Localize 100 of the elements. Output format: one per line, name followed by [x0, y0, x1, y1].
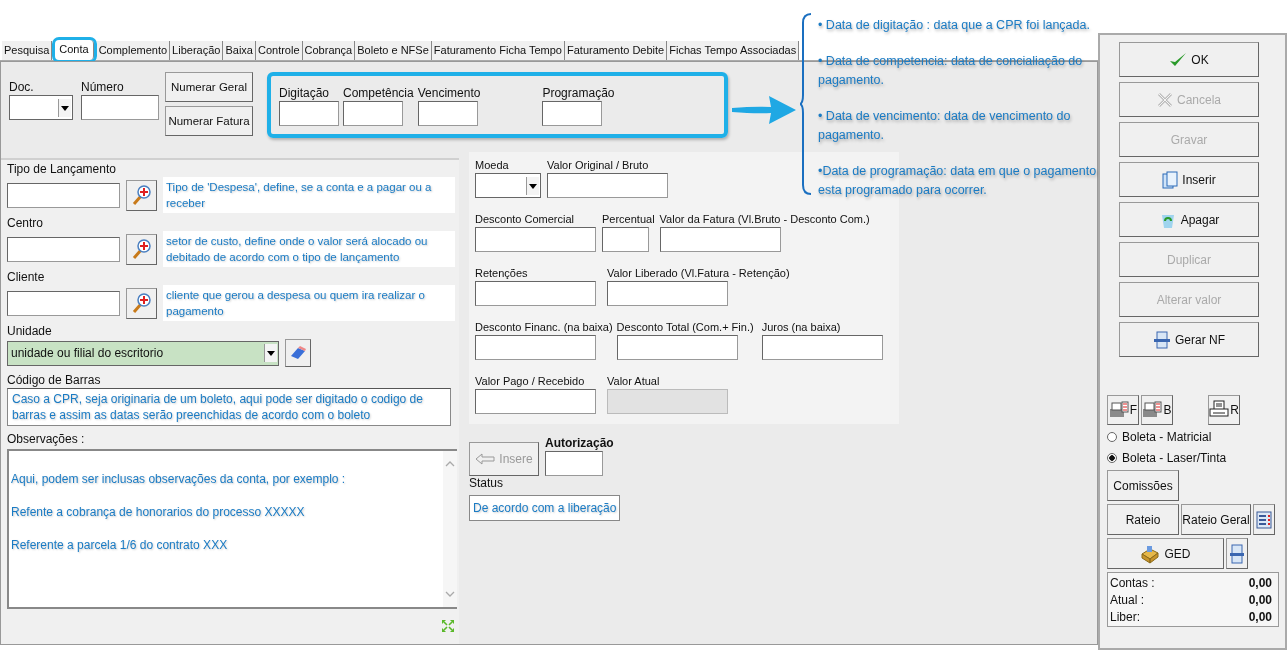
lookup-button[interactable] [126, 233, 157, 265]
doc-select[interactable] [9, 95, 73, 120]
action-button[interactable]: Gerar NF [1119, 322, 1259, 357]
tab[interactable]: Boleto e NFSe [355, 41, 432, 60]
hint-text: Tipo de 'Despesa', define, se a conta e a pagar ou a receber [163, 177, 455, 213]
print-button[interactable]: R [1208, 395, 1240, 425]
lookup-button[interactable] [126, 179, 157, 211]
radio-option[interactable]: Boleta - Matricial [1107, 427, 1212, 446]
field-label: Desconto Financ. (na baixa) [475, 320, 613, 335]
field-label: Valor da Fatura (Vl.Bruto - Desconto Com.) [659, 212, 870, 227]
note-line: Referente a parcela 1/6 do contrato XXX [11, 538, 229, 552]
tab[interactable]: Controle [255, 41, 303, 60]
unit-select[interactable]: unidade ou filial do escritorio [7, 340, 279, 366]
field-label: Desconto Total (Com.+ Fin.) [616, 320, 754, 335]
field-label: Retenções [475, 266, 529, 281]
list-button[interactable] [1253, 504, 1275, 535]
value-field[interactable] [475, 281, 596, 306]
date-field[interactable] [279, 101, 339, 126]
list-icon [1256, 510, 1272, 529]
lookup-field[interactable] [7, 290, 120, 316]
document-button[interactable] [1226, 538, 1248, 569]
tab[interactable]: Liberação [170, 41, 224, 60]
magnifier-icon [130, 237, 153, 261]
tab[interactable]: Fichas Tempo Associadas [667, 41, 800, 60]
commissions-button[interactable]: Comissões [1107, 470, 1179, 501]
value-field[interactable] [547, 173, 668, 198]
status-field: De acordo com a liberação [469, 495, 621, 521]
value-field[interactable] [607, 389, 728, 414]
authorization-field[interactable] [545, 451, 603, 476]
lookup-field[interactable] [7, 236, 120, 262]
field-label: Programação [542, 86, 615, 101]
document-icon [1153, 330, 1171, 349]
field-label: Status [469, 476, 504, 491]
value-field[interactable] [761, 335, 883, 360]
magnifier-icon [130, 291, 153, 315]
lookup-field[interactable] [7, 182, 120, 208]
magnifier-icon [130, 183, 153, 207]
tab[interactable]: Cobrança [302, 41, 356, 60]
barcode-field[interactable]: Caso a CPR, seja originaria de um boleto, aqui pode ser digitado o codigo de barras e assim as datas serão preenchidas de acordo com o boleto [7, 388, 451, 426]
radio-option[interactable]: Boleta - Laser/Tinta [1107, 448, 1227, 467]
number-button[interactable]: Numerar Fatura [165, 106, 253, 136]
date-field[interactable] [417, 101, 478, 126]
field-label: Valor Original / Bruto [547, 158, 650, 173]
field-label: Valor Liberado (Vl.Fatura - Retenção) [607, 266, 790, 281]
tab[interactable]: Faturamento Debite [565, 41, 668, 60]
value-field[interactable] [475, 335, 596, 360]
caret-icon [58, 98, 71, 117]
value-field[interactable] [602, 227, 649, 252]
field-label: Valor Pago / Recebido [475, 374, 586, 389]
field-label: Autorização [545, 436, 614, 451]
print-button[interactable]: F [1107, 395, 1139, 425]
value-field[interactable] [659, 227, 781, 252]
total-value: 0,00 [1248, 609, 1272, 626]
document-icon [1230, 543, 1244, 564]
print-button[interactable]: B [1141, 395, 1173, 425]
value-field[interactable] [475, 227, 596, 252]
number-button[interactable]: Numerar Geral [165, 72, 253, 102]
apportion-button[interactable]: Rateio [1107, 504, 1179, 535]
currency-select[interactable] [475, 173, 541, 198]
ged-button[interactable]: GED [1107, 538, 1224, 569]
field-label: Unidade [7, 324, 53, 339]
field-label: Moeda [475, 158, 510, 173]
date-field[interactable] [343, 101, 403, 126]
number-field[interactable] [81, 95, 159, 120]
eraser-button[interactable] [285, 339, 311, 367]
value-field[interactable] [475, 389, 596, 414]
field-label: Código de Barras [7, 373, 102, 388]
field-label: Observações : [7, 432, 86, 447]
field-label: Percentual [602, 212, 655, 227]
total-label: Contas : [1110, 575, 1155, 592]
field-label: Vencimento [417, 86, 481, 101]
note-text: • Data de digitação : data que a CPR foi lançada. [818, 17, 1091, 34]
action-button[interactable]: OK [1119, 42, 1259, 77]
action-button[interactable]: Apagar [1119, 202, 1259, 237]
total-label: Liber: [1110, 609, 1141, 626]
lookup-button[interactable] [126, 287, 157, 319]
note-line: Aqui, podem ser inclusas observações da conta, por exemplo : [11, 472, 347, 486]
tab[interactable]: Complemento [96, 41, 171, 60]
field-label: Juros (na baixa) [761, 320, 842, 335]
hint-text: cliente que gerou a despesa ou quem ira realizar o pagamento [163, 285, 455, 321]
tab[interactable]: Pesquisa [2, 41, 53, 60]
value-field[interactable] [616, 335, 738, 360]
check-icon [1169, 51, 1188, 68]
note-text: • Data de vencimento: data de vencimento do pagamento. [818, 108, 1072, 144]
field-label: Centro [7, 216, 45, 231]
tab[interactable]: Conta [55, 40, 94, 60]
note-text: •Data de programação: data em que o pagamento esta programado para ocorrer. [818, 163, 1098, 199]
value-field[interactable] [607, 281, 728, 306]
field-label: Cliente [7, 270, 46, 285]
apportion-all-button[interactable]: Rateio Geral [1181, 504, 1251, 535]
tab[interactable]: Faturamento Ficha Tempo [431, 41, 565, 60]
arrow-icon [731, 94, 798, 126]
total-value: 0,00 [1248, 575, 1272, 592]
date-field[interactable] [542, 101, 603, 126]
action-button[interactable]: Inserir [1119, 162, 1259, 197]
copy-icon [1162, 170, 1179, 189]
tab[interactable]: Baixa [223, 41, 256, 60]
caret-icon [526, 176, 539, 195]
field-label: Competência [343, 86, 414, 101]
caret-icon [264, 344, 277, 362]
